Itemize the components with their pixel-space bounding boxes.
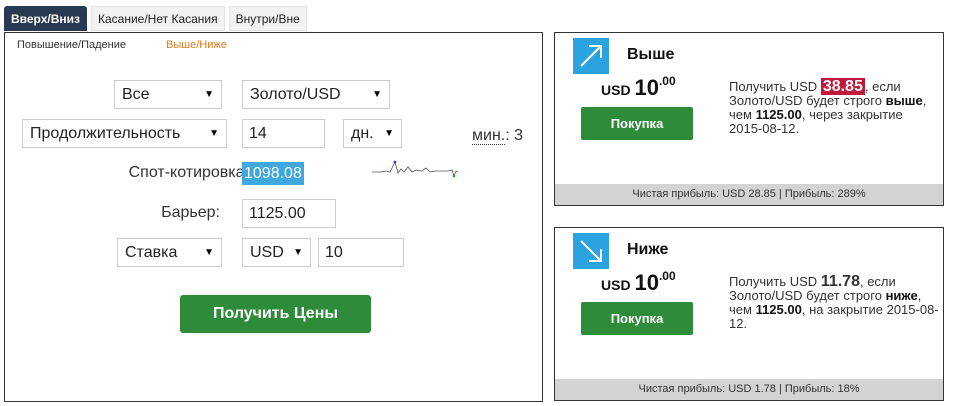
duration-input[interactable]: 14 [242,119,325,148]
chevron-down-icon: ▼ [209,128,219,139]
asset-select[interactable]: Золото/USD ▼ [242,80,390,109]
market-select-value: Все [122,86,150,103]
price-cents: .00 [658,74,676,88]
duration-unit-value: дн. [351,125,374,142]
amount-input[interactable]: 10 [318,238,404,267]
price-main: 10 [634,270,659,295]
get-prices-button[interactable]: Получить Цены [180,295,371,333]
min-duration-label: мин.: 3 [472,127,524,145]
tab-up-down[interactable]: Вверх/Вниз [4,6,87,31]
card-footer: Чистая прибыль: USD 28.85 | Прибыль: 289… [555,184,943,205]
min-duration-unit: мин. [472,127,506,145]
desc-barrier: 1125.00 [755,302,802,317]
desc-direction: выше [885,93,923,108]
subtab-rise-fall[interactable]: Повышение/Падение [17,39,126,51]
market-select[interactable]: Все ▼ [114,80,222,109]
desc-direction: ниже [885,288,918,303]
currency-value: USD [250,244,284,261]
duration-type-value: Продолжительность [30,125,181,142]
price-cents: .00 [658,269,676,283]
contract-subtabs: Повышение/Падение Выше/Ниже [17,39,267,51]
card-title: Ниже [627,241,669,258]
duration-unit-select[interactable]: дн. ▼ [343,119,402,148]
arrow-up-right-icon [573,38,609,74]
price-currency: USD [601,82,631,98]
higher-contract-card: Выше USD 10.00 Покупка Получить USD 38.8… [554,32,944,206]
amount-type-value: Ставка [125,244,178,261]
desc-pre: Получить USD [729,274,821,289]
amount-type-select[interactable]: Ставка ▼ [117,238,222,267]
chevron-down-icon: ▼ [204,89,214,100]
card-description: Получить USD 11.78, если Золото/USD буде… [729,274,939,331]
spot-value: 1098.08 [242,162,304,185]
buy-button[interactable]: Покупка [581,302,693,335]
card-price: USD 10.00 [601,74,676,101]
barrier-input[interactable]: 1125.00 [242,199,336,228]
trade-form-panel: Повышение/Падение Выше/Ниже Все ▼ Золото… [4,32,543,402]
desc-barrier: 1125.00 [755,107,802,122]
tab-in-out[interactable]: Внутри/Вне [228,6,307,31]
subtab-higher-lower[interactable]: Выше/Ниже [166,39,227,51]
currency-select[interactable]: USD ▼ [242,238,311,267]
card-title: Выше [627,46,675,63]
desc-pre: Получить USD [729,79,821,94]
card-footer: Чистая прибыль: USD 1.78 | Прибыль: 18% [555,379,943,400]
contract-type-tabs: Вверх/Вниз Касание/Нет Касания Внутри/Вн… [4,6,311,33]
arrow-down-right-icon [573,233,609,269]
chevron-down-icon: ▼ [384,128,394,139]
price-main: 10 [634,75,659,100]
min-duration-value: 3 [514,127,524,144]
lower-contract-card: Ниже USD 10.00 Покупка Получить USD 11.7… [554,227,944,401]
duration-type-select[interactable]: Продолжительность ▼ [22,119,227,148]
spot-sparkline [372,160,459,178]
chevron-down-icon: ▼ [293,247,303,258]
tab-touch-no-touch[interactable]: Касание/Нет Касания [91,6,225,31]
barrier-label: Барьер: [161,204,220,221]
card-description: Получить USD 38.85, если Золото/USD буде… [729,78,939,136]
card-price: USD 10.00 [601,269,676,296]
chevron-down-icon: ▼ [372,89,382,100]
price-currency: USD [601,277,631,293]
chevron-down-icon: ▼ [204,247,214,258]
asset-select-value: Золото/USD [250,86,341,103]
buy-button[interactable]: Покупка [581,107,693,140]
spot-label: Спот-котировка: [128,164,249,181]
